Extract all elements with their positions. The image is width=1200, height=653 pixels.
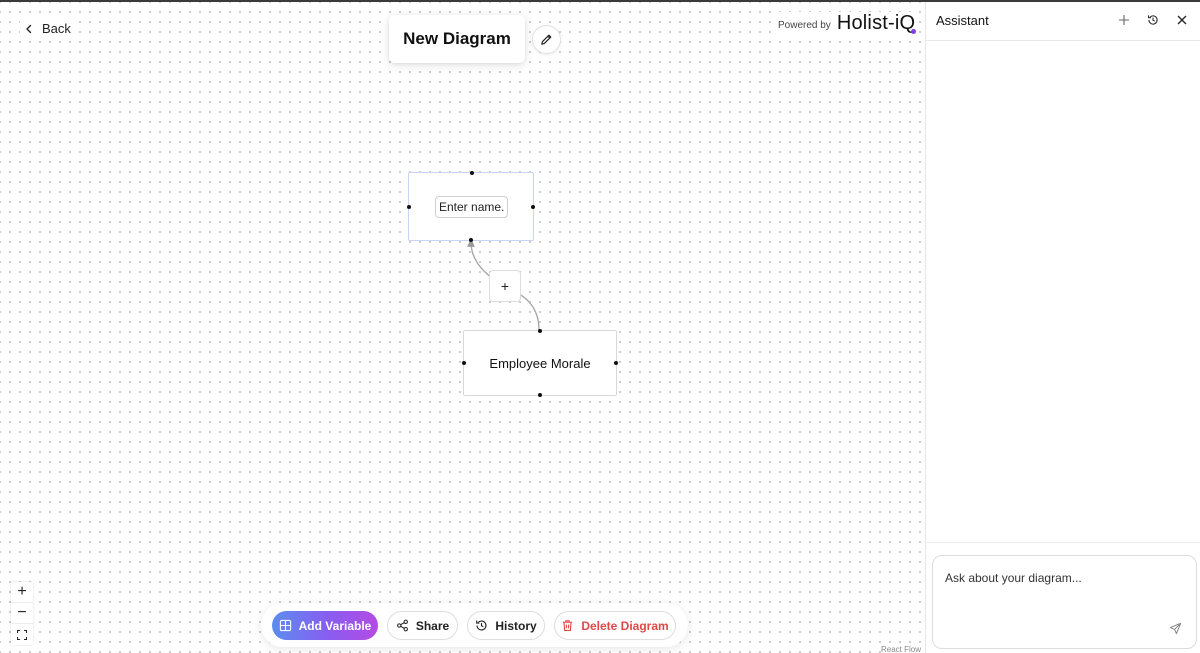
- node-handle-left[interactable]: [462, 361, 466, 365]
- delete-diagram-label: Delete Diagram: [581, 618, 669, 633]
- node-handle-right[interactable]: [531, 205, 535, 209]
- node-label: Employee Morale: [489, 355, 591, 371]
- plus-icon: +: [500, 278, 510, 294]
- node-handle-bottom[interactable]: [469, 238, 473, 242]
- assistant-panel: Assistant: [926, 2, 1200, 653]
- zoom-in-button[interactable]: +: [11, 582, 33, 603]
- add-variable-label: Add Variable: [298, 618, 372, 633]
- zoom-controls: + −: [11, 582, 33, 645]
- node-handle-right[interactable]: [614, 361, 618, 365]
- history-label: History: [495, 618, 537, 633]
- variable-node-employee-morale[interactable]: Employee Morale: [462, 329, 618, 397]
- add-variable-button[interactable]: Add Variable: [272, 611, 378, 640]
- assistant-title: Assistant: [936, 13, 989, 28]
- node-handle-bottom[interactable]: [538, 393, 542, 397]
- holist-iq-logo: Holist-iQ: [836, 12, 917, 35]
- new-chat-button[interactable]: [1117, 13, 1131, 27]
- history-button[interactable]: History: [467, 611, 545, 640]
- chat-input[interactable]: [945, 568, 1165, 588]
- diagram-canvas[interactable]: Back New Diagram Powered by Holist-iQ + …: [0, 2, 926, 653]
- node-handle-top[interactable]: [470, 171, 474, 175]
- powered-by-text: Powered by: [778, 20, 831, 31]
- history-icon: [476, 620, 487, 631]
- chat-composer: [932, 555, 1197, 649]
- plus-icon: [1119, 15, 1129, 25]
- chat-area-divider: [926, 542, 1200, 543]
- share-label: Share: [415, 618, 450, 633]
- assistant-header: Assistant: [926, 2, 1200, 41]
- send-button[interactable]: [1169, 622, 1183, 636]
- edit-title-button[interactable]: [532, 25, 561, 54]
- node-name-input[interactable]: [435, 196, 508, 218]
- edge-layer: [467, 238, 540, 331]
- powered-by-branding: Powered by Holist-iQ: [778, 12, 917, 35]
- send-icon: [1169, 622, 1182, 635]
- diagram-title: New Diagram: [389, 15, 525, 63]
- chevron-left-icon: [26, 24, 32, 33]
- logo-dot: [911, 29, 917, 34]
- fit-view-icon: [17, 629, 27, 640]
- react-flow-attribution[interactable]: React Flow: [881, 645, 922, 653]
- close-icon: [1177, 15, 1187, 25]
- back-label: Back: [42, 21, 71, 36]
- share-icon: [396, 619, 408, 632]
- back-button[interactable]: Back: [20, 19, 75, 38]
- minus-icon: −: [17, 604, 27, 621]
- zoom-out-button[interactable]: −: [11, 603, 33, 624]
- pencil-icon: [541, 34, 552, 45]
- variable-node-new[interactable]: [407, 171, 535, 242]
- node-handle-left[interactable]: [407, 205, 411, 209]
- fit-view-button[interactable]: [11, 624, 33, 645]
- plus-icon: +: [17, 583, 27, 600]
- history-icon: [1148, 15, 1158, 25]
- bottom-toolbar: Add Variable Share History Delete Diagra…: [261, 603, 688, 647]
- grid-icon: [279, 619, 291, 632]
- diagram-title-text: New Diagram: [403, 29, 511, 48]
- close-panel-button[interactable]: [1175, 13, 1189, 27]
- node-handle-top[interactable]: [538, 329, 542, 333]
- edge-add-button[interactable]: +: [489, 270, 521, 302]
- chat-history-button[interactable]: [1146, 13, 1160, 27]
- logo-text: Holist-iQ: [836, 12, 916, 34]
- share-button[interactable]: Share: [387, 611, 458, 640]
- trash-icon: [563, 620, 573, 631]
- delete-diagram-button[interactable]: Delete Diagram: [554, 611, 676, 640]
